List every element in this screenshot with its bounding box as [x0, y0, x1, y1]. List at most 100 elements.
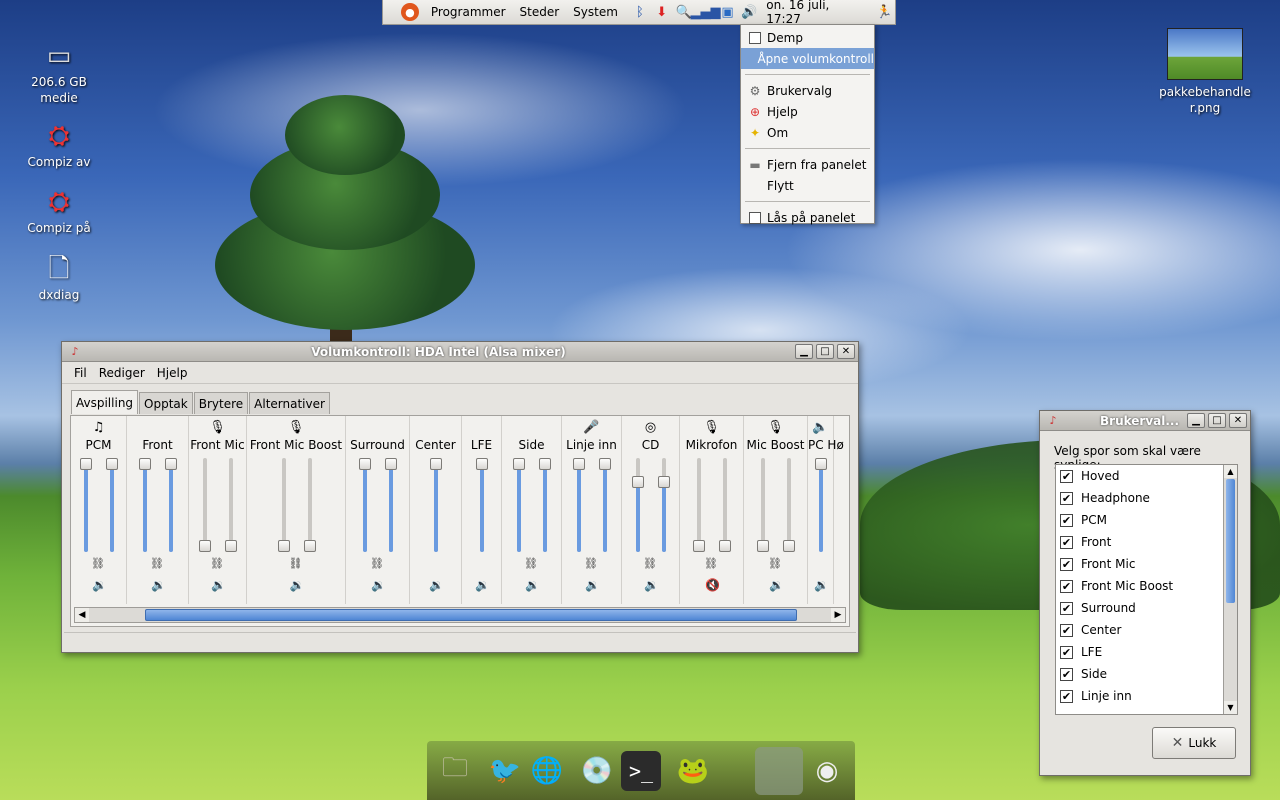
volume-knob-icon[interactable]: ◉ — [803, 747, 851, 795]
volume-slider[interactable] — [719, 458, 731, 552]
track-row[interactable]: ✔ Side — [1056, 663, 1237, 685]
volume-slider[interactable] — [359, 458, 371, 552]
desktop-icon-compiz-off[interactable]: ⛭ Compiz av — [14, 120, 104, 170]
scrollbar-thumb[interactable] — [145, 609, 797, 621]
lock-channels-icon[interactable]: ⛓ — [91, 557, 105, 570]
titlebar[interactable]: ♪ Volumkontroll: HDA Intel (Alsa mixer) … — [62, 342, 858, 362]
volume-slider[interactable] — [106, 458, 118, 552]
lock-channels-icon[interactable]: ⛓ — [370, 557, 384, 570]
volume-slider[interactable] — [303, 458, 316, 552]
track-checkbox[interactable]: ✔ — [1060, 579, 1073, 593]
scrollbar-thumb[interactable] — [1226, 479, 1235, 603]
track-row[interactable]: ✔ Surround — [1056, 597, 1237, 619]
track-checkbox[interactable]: ✔ — [1060, 689, 1073, 703]
volume-slider[interactable] — [80, 458, 92, 552]
track-row[interactable]: ✔ Front — [1056, 531, 1237, 553]
scroll-down-button[interactable]: ▼ — [1224, 701, 1237, 714]
speaker-icon[interactable]: 🔉 — [475, 578, 490, 592]
lock-channels-icon[interactable]: ⛓ — [584, 557, 598, 570]
menu-item-flytt[interactable]: Flytt — [741, 175, 874, 196]
track-row[interactable]: ✔ Front Mic — [1056, 553, 1237, 575]
menu-item-brukervalg[interactable]: ⚙ Brukervalg — [741, 80, 874, 101]
tab-opptak[interactable]: Opptak — [139, 392, 193, 414]
window-icon[interactable]: ▣ — [719, 3, 737, 21]
lock-channels-icon[interactable]: ⛓ — [210, 557, 224, 570]
speaker-icon[interactable]: 🔉 — [644, 578, 659, 592]
speaker-icon[interactable]: 🔉 — [92, 578, 107, 592]
lock-channels-icon[interactable]: ⛓ — [289, 557, 303, 570]
muted-speaker-icon[interactable]: 🔇 — [705, 578, 720, 592]
desktop-icon-dxdiag[interactable]: 🗋 dxdiag — [14, 253, 104, 303]
maximize-button[interactable]: □ — [1208, 413, 1226, 428]
track-checkbox[interactable]: ✔ — [1060, 513, 1073, 527]
running-man-icon[interactable]: 🏃 — [875, 3, 893, 21]
scroll-up-button[interactable]: ▲ — [1224, 465, 1237, 478]
menu-item-hjelp[interactable]: ⊕ Hjelp — [741, 101, 874, 122]
map-icon[interactable] — [755, 747, 803, 795]
bluetooth-icon[interactable]: ᛒ — [631, 3, 649, 21]
menu-item-open-volume-control[interactable]: Åpne volumkontroll — [741, 48, 874, 69]
volume-slider[interactable] — [513, 458, 525, 552]
track-checkbox[interactable]: ✔ — [1060, 491, 1073, 505]
maximize-button[interactable]: □ — [816, 344, 834, 359]
app-install-icon[interactable]: 💿 — [573, 747, 621, 795]
close-button[interactable]: ✕ — [1229, 413, 1247, 428]
speaker-icon[interactable]: 🔉 — [371, 578, 386, 592]
track-checkbox[interactable]: ✔ — [1060, 469, 1073, 483]
volume-slider[interactable] — [539, 458, 551, 552]
vertical-scrollbar[interactable]: ▲ ▼ — [1223, 465, 1237, 714]
download-icon[interactable]: ⬇ — [653, 3, 671, 21]
track-checkbox[interactable]: ✔ — [1060, 557, 1073, 571]
track-row[interactable]: ✔ Hoved — [1056, 465, 1237, 487]
close-button[interactable]: ✕ — [837, 344, 855, 359]
speaker-icon[interactable]: 🔉 — [211, 578, 226, 592]
tab-avspilling[interactable]: Avspilling — [71, 390, 139, 414]
scroll-right-button[interactable]: ▶ — [831, 608, 845, 622]
speaker-icon[interactable]: 🔉 — [769, 578, 784, 592]
track-checkbox[interactable]: ✔ — [1060, 623, 1073, 637]
track-checkbox[interactable]: ✔ — [1060, 645, 1073, 659]
lock-channels-icon[interactable]: ⛓ — [150, 557, 164, 570]
clock[interactable]: on. 16 juli, 17:27 — [760, 0, 873, 26]
lock-channels-icon[interactable]: ⛓ — [643, 557, 657, 570]
volume-slider[interactable] — [815, 458, 827, 552]
speaker-icon[interactable]: 🔉 — [290, 578, 305, 592]
volume-slider[interactable] — [783, 458, 795, 552]
desktop-icon-pakkebehandler[interactable]: pakkebehandler.png — [1158, 28, 1252, 116]
speaker-icon[interactable]: 🔉 — [814, 578, 829, 592]
menu-hjelp[interactable]: Hjelp — [151, 366, 194, 380]
desktop-icon-compiz-on[interactable]: ⛭ Compiz på — [14, 186, 104, 236]
menu-item-remove-from-panel[interactable]: ▬ Fjern fra panelet — [741, 154, 874, 175]
menu-fil[interactable]: Fil — [68, 366, 93, 380]
speaker-icon[interactable]: 🔉 — [585, 578, 600, 592]
tab-alternativer[interactable]: Alternativer — [249, 392, 330, 414]
titlebar[interactable]: ♪ Brukerval... ▁ □ ✕ — [1040, 411, 1250, 431]
lock-channels-icon[interactable]: ⛓ — [524, 557, 538, 570]
tab-brytere[interactable]: Brytere — [193, 392, 249, 414]
scroll-left-button[interactable]: ◀ — [75, 608, 89, 622]
track-row[interactable]: ✔ Front Mic Boost — [1056, 575, 1237, 597]
speaker-icon[interactable]: 🔉 — [525, 578, 540, 592]
ubuntu-logo-icon[interactable]: ● — [401, 3, 419, 21]
track-checkbox[interactable]: ✔ — [1060, 535, 1073, 549]
track-checkbox[interactable]: ✔ — [1060, 601, 1073, 615]
minimize-button[interactable]: ▁ — [1187, 413, 1205, 428]
volume-slider[interactable] — [430, 458, 442, 552]
track-row[interactable]: ✔ PCM — [1056, 509, 1237, 531]
menu-item-om[interactable]: ✦ Om — [741, 122, 874, 143]
speaker-icon[interactable]: 🔉 — [151, 578, 166, 592]
volume-slider[interactable] — [199, 458, 211, 552]
frog-icon[interactable]: 🐸 — [669, 747, 717, 795]
volume-slider[interactable] — [165, 458, 177, 552]
folder-icon[interactable]: 🗀 — [431, 747, 479, 795]
menu-steder[interactable]: Steder — [513, 5, 567, 19]
volume-slider[interactable] — [225, 458, 237, 552]
desktop-icon-drive[interactable]: ▭ 206.6 GB medie — [14, 40, 104, 106]
track-row[interactable]: ✔ Headphone — [1056, 487, 1237, 509]
menu-item-demp[interactable]: Demp — [741, 27, 874, 48]
volume-slider[interactable] — [658, 458, 670, 552]
terminal-icon[interactable]: >_ — [621, 751, 661, 791]
volume-slider[interactable] — [599, 458, 611, 552]
volume-slider[interactable] — [693, 458, 705, 552]
minimize-button[interactable]: ▁ — [795, 344, 813, 359]
